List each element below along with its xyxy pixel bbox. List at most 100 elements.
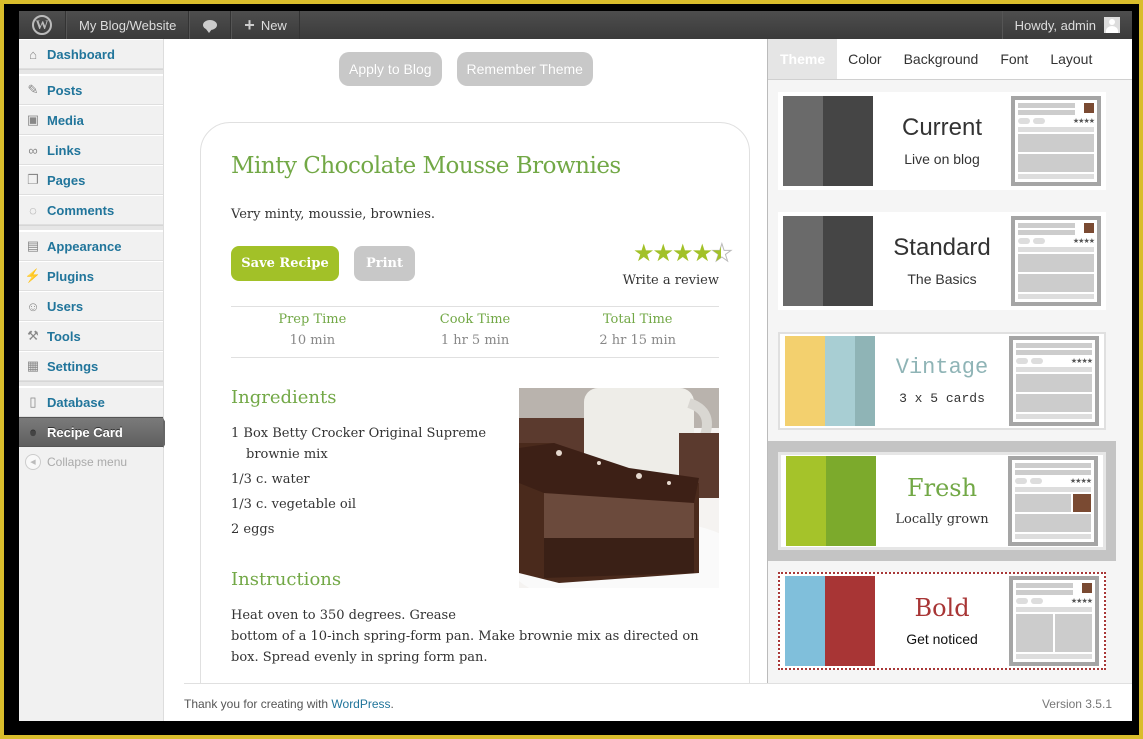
- sidebar-item-links[interactable]: ∞ Links: [19, 135, 163, 165]
- theme-subtitle: The Basics: [907, 271, 977, 288]
- sidebar-item-tools[interactable]: ⚒ Tools: [19, 321, 163, 351]
- star-icon[interactable]: ★: [711, 241, 733, 266]
- rating-stars[interactable]: ★★★★★: [633, 241, 733, 266]
- theme-text: Bold Get noticed: [875, 594, 1009, 648]
- mini-stars: ★★★★: [1070, 358, 1093, 365]
- sidebar-item-label: Posts: [47, 82, 83, 98]
- recipe-card-icon: ●: [29, 424, 37, 440]
- sidebar-item-label: Appearance: [47, 238, 122, 254]
- apply-to-blog-button[interactable]: Apply to Blog: [339, 52, 442, 86]
- comment-icon: ◌: [29, 202, 37, 218]
- media-icon: ▣: [26, 112, 40, 127]
- layout-preview: ★★★★: [1011, 216, 1101, 306]
- theme-text: Standard The Basics: [873, 234, 1011, 288]
- theme-option-current[interactable]: Current Live on blog ★★★★: [778, 92, 1106, 190]
- admin-sidebar: ⌂ Dashboard ✎ Posts ▣ Media ∞ Links ❐ Pa…: [19, 39, 172, 721]
- sidebar-item-dashboard[interactable]: ⌂ Dashboard: [19, 39, 163, 69]
- collapse-menu-button[interactable]: ◀ Collapse menu: [19, 447, 163, 477]
- swatch: [785, 576, 825, 666]
- brownie-photo-illustration: [519, 388, 719, 588]
- theme-option-bold[interactable]: Bold Get noticed ★★★★: [778, 572, 1106, 670]
- mini-stars: ★★★★: [1069, 478, 1092, 485]
- footer-thanks-text: Thank you for creating with: [184, 697, 332, 711]
- total-time: Total Time 2 hr 15 min: [556, 307, 719, 357]
- plus-icon: +: [244, 15, 255, 35]
- sidebar-item-label: Dashboard: [47, 46, 115, 62]
- sidebar-item-media[interactable]: ▣ Media: [19, 105, 163, 135]
- sidebar-item-label: Users: [47, 298, 84, 314]
- ingredient-item: 1/3 c. vegetable oil: [231, 497, 357, 512]
- comments-link[interactable]: [189, 11, 232, 39]
- tools-icon: ⚒: [27, 328, 39, 343]
- time-value: 2 hr 15 min: [599, 333, 676, 348]
- tab-layout[interactable]: Layout: [1039, 39, 1103, 79]
- swatch: [825, 576, 875, 666]
- sidebar-item-label: Media: [47, 112, 84, 128]
- layout-preview: ★★★★: [1009, 336, 1099, 426]
- tab-theme[interactable]: Theme: [768, 39, 838, 79]
- layout-preview: ★★★★: [1009, 576, 1099, 666]
- sidebar-item-appearance[interactable]: ▤ Appearance: [19, 231, 163, 261]
- theme-subtitle: Get noticed: [906, 631, 978, 648]
- wordpress-link[interactable]: WordPress: [331, 697, 390, 711]
- write-review-link[interactable]: Write a review: [623, 273, 719, 288]
- ingredient-item: 1/3 c. water: [231, 472, 310, 487]
- star-icon[interactable]: ★: [653, 241, 674, 265]
- star-icon[interactable]: ★: [672, 241, 693, 265]
- theme-subtitle: 3 x 5 cards: [899, 390, 985, 406]
- settings-icon: ▦: [26, 358, 40, 373]
- theme-text: Vintage 3 x 5 cards: [875, 356, 1009, 406]
- star-icon[interactable]: ★: [633, 241, 654, 265]
- thumb-image: [1073, 494, 1091, 512]
- wordpress-menu[interactable]: W: [19, 11, 66, 39]
- mini-stars: ★★★★: [1070, 598, 1093, 605]
- sidebar-item-plugins[interactable]: ⚡ Plugins: [19, 261, 163, 291]
- swatch: [783, 216, 823, 306]
- new-content-menu[interactable]: + New: [231, 11, 300, 39]
- site-name: My Blog/Website: [79, 17, 177, 33]
- collapse-icon-wrap: ◀: [25, 454, 41, 470]
- sidebar-item-comments[interactable]: ◌ Comments: [19, 195, 163, 225]
- swatch: [823, 216, 873, 306]
- sidebar-item-posts[interactable]: ✎ Posts: [19, 75, 163, 105]
- pushpin-icon: ✎: [27, 82, 39, 97]
- sidebar-item-recipe-card[interactable]: ● Recipe Card: [19, 417, 172, 448]
- instructions-line: bottom of a 10-inch spring-form pan. Mak…: [231, 629, 699, 665]
- tab-color[interactable]: Color: [837, 39, 892, 79]
- avatar-icon: [1104, 17, 1120, 33]
- print-button[interactable]: Print: [354, 246, 415, 281]
- remember-theme-button[interactable]: Remember Theme: [456, 52, 593, 86]
- swatch: [785, 336, 825, 426]
- layout-preview: ★★★★: [1008, 456, 1098, 546]
- sidebar-item-users[interactable]: ☺ Users: [19, 291, 163, 321]
- users-icon: ☺: [26, 298, 40, 314]
- pages-icon: ❐: [27, 172, 39, 187]
- sidebar-item-label: Tools: [47, 328, 81, 344]
- save-recipe-button[interactable]: Save Recipe: [231, 246, 339, 281]
- panel-tabs: Theme Color Background Font Layout: [768, 39, 1132, 80]
- theme-name: Fresh: [906, 474, 978, 503]
- theme-option-fresh[interactable]: Fresh Locally grown ★★★★: [778, 452, 1106, 550]
- howdy-text: Howdy, admin: [1014, 17, 1096, 33]
- sidebar-item-label: Recipe Card: [47, 424, 123, 440]
- tab-background[interactable]: Background: [893, 39, 990, 79]
- sidebar-item-database[interactable]: ▯ Database: [19, 387, 163, 417]
- appearance-icon: ▤: [26, 238, 40, 253]
- mini-stars: ★★★★: [1072, 238, 1095, 245]
- site-name-link[interactable]: My Blog/Website: [66, 11, 190, 39]
- swatch: [823, 96, 873, 186]
- thumb-image: [1082, 583, 1092, 593]
- recipe-times: Prep Time 10 min Cook Time 1 hr 5 min To…: [231, 306, 719, 358]
- thumb-image: [1084, 223, 1094, 233]
- link-icon: ∞: [28, 142, 38, 158]
- theme-option-vintage[interactable]: Vintage 3 x 5 cards ★★★★: [778, 332, 1106, 430]
- star-icon[interactable]: ★: [692, 241, 713, 265]
- sidebar-item-settings[interactable]: ▦ Settings: [19, 351, 163, 381]
- swatch: [825, 336, 855, 426]
- sidebar-item-pages[interactable]: ❐ Pages: [19, 165, 163, 195]
- collapse-menu-label: Collapse menu: [47, 455, 128, 469]
- theme-option-standard[interactable]: Standard The Basics ★★★★: [778, 212, 1106, 310]
- time-label: Cook Time: [439, 312, 511, 327]
- account-menu[interactable]: Howdy, admin: [1001, 11, 1132, 39]
- tab-font[interactable]: Font: [989, 39, 1039, 79]
